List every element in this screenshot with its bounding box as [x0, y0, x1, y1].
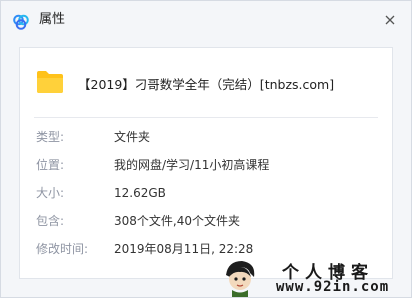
- property-label: 包含:: [36, 214, 65, 228]
- avatar-logo: [220, 257, 260, 297]
- titlebar: 属性: [1, 1, 411, 39]
- dialog-title: 属性: [39, 12, 66, 27]
- close-button[interactable]: [377, 7, 403, 33]
- property-value: 我的网盘/学习/11小初高课程: [114, 158, 270, 172]
- property-value: 12.62GB: [114, 186, 166, 200]
- property-value: 2019年08月11日, 22:28: [114, 242, 254, 256]
- properties-dialog: 属性 【2019】刁哥数学全年（完结）[tnbzs.com] 类型: 文件夹 位…: [0, 0, 412, 298]
- property-label: 位置:: [36, 158, 65, 172]
- folder-icon: [36, 70, 64, 94]
- property-row-modified: 修改时间: 2019年08月11日, 22:28: [36, 240, 376, 258]
- properties-panel: 【2019】刁哥数学全年（完结）[tnbzs.com] 类型: 文件夹 位置: …: [19, 47, 393, 279]
- divider: [34, 117, 378, 118]
- folder-name: 【2019】刁哥数学全年（完结）[tnbzs.com]: [78, 77, 335, 92]
- blog-watermark: 个人博客 www.92in.com: [220, 257, 410, 297]
- property-label: 类型:: [36, 130, 65, 144]
- property-label: 大小:: [36, 186, 65, 200]
- property-row-type: 类型: 文件夹: [36, 128, 376, 146]
- property-row-location: 位置: 我的网盘/学习/11小初高课程: [36, 156, 376, 174]
- property-row-contains: 包含: 308个文件,40个文件夹: [36, 212, 376, 230]
- properties-app-icon: [12, 13, 30, 31]
- property-row-size: 大小: 12.62GB: [36, 184, 376, 202]
- property-value: 308个文件,40个文件夹: [114, 214, 240, 228]
- property-value: 文件夹: [114, 130, 151, 144]
- close-icon: [385, 15, 395, 25]
- property-label: 修改时间:: [36, 242, 89, 256]
- watermark-url: www.92in.com: [276, 279, 390, 295]
